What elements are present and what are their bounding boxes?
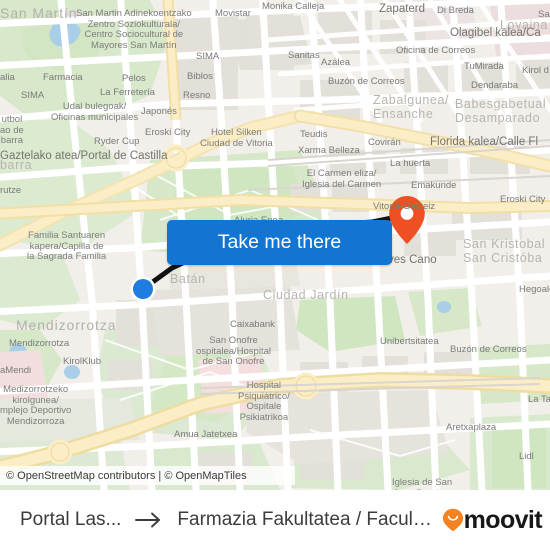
take-me-there-label: Take me there <box>217 231 342 253</box>
route-origin-label: Portal Las... <box>20 509 122 530</box>
moovit-wordmark: moovit <box>463 505 543 534</box>
take-me-there-button[interactable]: Take me there <box>167 220 392 265</box>
moovit-pin-smile-icon <box>442 508 464 532</box>
map-attribution: © OpenStreetMap contributors | © OpenMap… <box>0 466 295 485</box>
route-destination-label: Farmazia Fakultatea / Facultad De Fa... <box>177 509 434 530</box>
moovit-logo[interactable]: moovit <box>442 505 543 534</box>
map-canvas[interactable]: San Martín San Martin Adinekoentzako Zentr… <box>0 0 550 490</box>
route-summary[interactable]: Portal Las... Farmazia Fakultatea / Facu… <box>20 509 434 531</box>
arrow-right-icon <box>134 511 164 529</box>
attribution-text: © OpenStreetMap contributors | © OpenMap… <box>6 469 247 482</box>
origin-dot-icon <box>130 276 156 302</box>
route-footer-bar: Portal Las... Farmazia Fakultatea / Facu… <box>0 490 550 550</box>
moovit-map-screen: San Martín San Martin Adinekoentzako Zentr… <box>0 0 550 550</box>
